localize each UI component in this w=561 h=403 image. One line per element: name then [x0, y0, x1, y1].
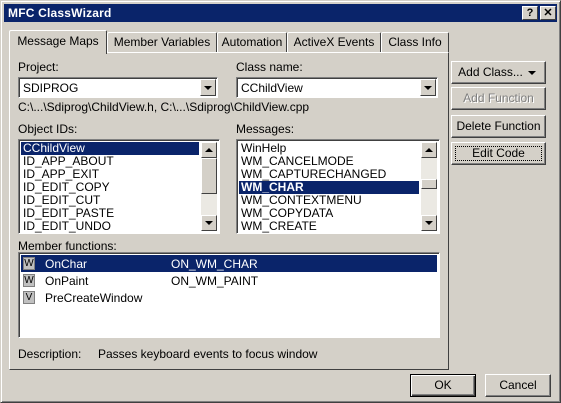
function-handler: ON_WM_CHAR — [171, 257, 258, 271]
add-class-label: Add Class... — [458, 65, 523, 79]
virtual-function-icon: V — [23, 291, 35, 304]
messages-scrollbar[interactable] — [421, 142, 437, 231]
scroll-up-button[interactable] — [201, 142, 217, 158]
scroll-thumb[interactable] — [201, 158, 217, 194]
add-class-button[interactable]: Add Class... — [451, 61, 546, 84]
focus-rect — [455, 146, 542, 161]
title-bar[interactable]: MFC ClassWizard ? ✕ — [4, 4, 557, 22]
scroll-down-button[interactable] — [421, 215, 437, 231]
class-name-dropdown-button[interactable] — [420, 79, 436, 96]
class-name-combo[interactable]: CChildView — [236, 77, 438, 98]
cancel-button[interactable]: Cancel — [485, 374, 551, 397]
tab-class-info[interactable]: Class Info — [381, 32, 449, 53]
message-maps-panel: Project: SDIPROG Class name: CChildView … — [9, 52, 449, 370]
close-button[interactable]: ✕ — [540, 6, 556, 20]
help-button[interactable]: ? — [522, 6, 538, 20]
edit-code-button[interactable]: Edit Code — [451, 142, 546, 165]
chevron-down-icon — [204, 86, 212, 90]
function-name: OnChar — [45, 257, 88, 271]
delete-function-button[interactable]: Delete Function — [451, 115, 546, 138]
add-function-button[interactable]: Add Function — [451, 87, 546, 110]
file-path-text: C:\...\Sdiprog\ChildView.h, C:\...\Sdipr… — [18, 100, 310, 114]
object-id-item[interactable]: ID_EDIT_UNDO — [21, 220, 111, 233]
scroll-thumb[interactable] — [421, 179, 437, 189]
scroll-up-button[interactable] — [421, 142, 437, 158]
project-value: SDIPROG — [23, 81, 79, 95]
window-title: MFC ClassWizard — [8, 6, 112, 20]
project-combo[interactable]: SDIPROG — [18, 77, 218, 98]
chevron-down-icon — [528, 71, 536, 75]
project-dropdown-button[interactable] — [200, 79, 216, 96]
windows-message-icon: W — [23, 274, 35, 287]
chevron-up-icon — [205, 148, 213, 152]
chevron-down-icon — [424, 86, 432, 90]
member-function-row[interactable]: W OnChar ON_WM_CHAR — [21, 255, 437, 272]
member-function-row[interactable]: V PreCreateWindow — [21, 289, 437, 306]
member-functions-list[interactable]: W OnChar ON_WM_CHAR W OnPaint ON_WM_PAIN… — [18, 252, 440, 338]
tab-activex-events[interactable]: ActiveX Events — [287, 32, 381, 53]
member-functions-label: Member functions: — [18, 239, 117, 253]
member-function-row[interactable]: W OnPaint ON_WM_PAINT — [21, 272, 437, 289]
object-ids-label: Object IDs: — [18, 122, 78, 136]
project-label: Project: — [18, 60, 59, 74]
tab-message-maps[interactable]: Message Maps — [9, 30, 107, 54]
class-name-label: Class name: — [236, 60, 303, 74]
object-ids-scrollbar[interactable] — [201, 142, 217, 231]
message-item[interactable]: WM_CREATE — [239, 220, 317, 233]
function-name: PreCreateWindow — [45, 291, 143, 305]
classwizard-window: MFC ClassWizard ? ✕ Message Maps Member … — [0, 0, 561, 403]
chevron-down-icon — [425, 221, 433, 225]
tab-member-variables[interactable]: Member Variables — [107, 32, 217, 53]
description-label: Description: — [18, 347, 82, 361]
windows-message-icon: W — [23, 257, 35, 270]
class-name-value: CChildView — [241, 81, 303, 95]
object-ids-list[interactable]: CChildView ID_APP_ABOUT ID_APP_EXIT ID_E… — [18, 139, 220, 234]
chevron-down-icon — [205, 221, 213, 225]
tab-automation[interactable]: Automation — [217, 32, 287, 53]
scroll-down-button[interactable] — [201, 215, 217, 231]
function-handler: ON_WM_PAINT — [171, 274, 259, 288]
ok-button[interactable]: OK — [410, 374, 476, 397]
messages-list[interactable]: WinHelp WM_CANCELMODE WM_CAPTURECHANGED … — [236, 139, 440, 234]
messages-label: Messages: — [236, 122, 295, 136]
chevron-up-icon — [425, 148, 433, 152]
description-text: Passes keyboard events to focus window — [98, 347, 318, 361]
function-name: OnPaint — [45, 274, 89, 288]
